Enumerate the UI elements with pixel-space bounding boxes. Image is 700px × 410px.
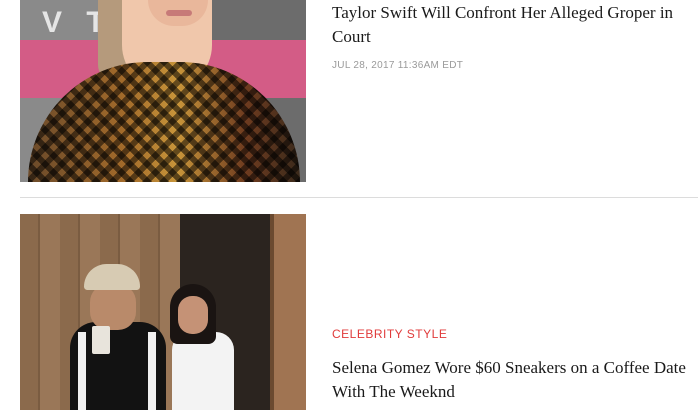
article-timestamp: JUL 28, 2017 11:36AM EDT [332,60,464,71]
article-headline[interactable]: Selena Gomez Wore $60 Sneakers on a Coff… [332,356,698,404]
person-face [178,296,208,334]
door-frame [270,214,306,410]
article-card[interactable]: V T E O Taylor Swift Will Confront Her A… [0,0,700,196]
person-lips [166,10,192,16]
jacket-stripe [148,332,156,410]
jacket-stripe [78,332,86,410]
article-thumbnail[interactable] [20,214,306,410]
article-thumbnail[interactable]: V T E O [20,0,306,182]
person-face [90,284,136,330]
article-headline[interactable]: Taylor Swift Will Confront Her Alleged G… [332,1,698,49]
article-category[interactable]: CELEBRITY STYLE [332,327,447,341]
coffee-cup [92,326,110,354]
article-card[interactable]: CELEBRITY STYLE Selena Gomez Wore $60 Sn… [0,198,700,410]
